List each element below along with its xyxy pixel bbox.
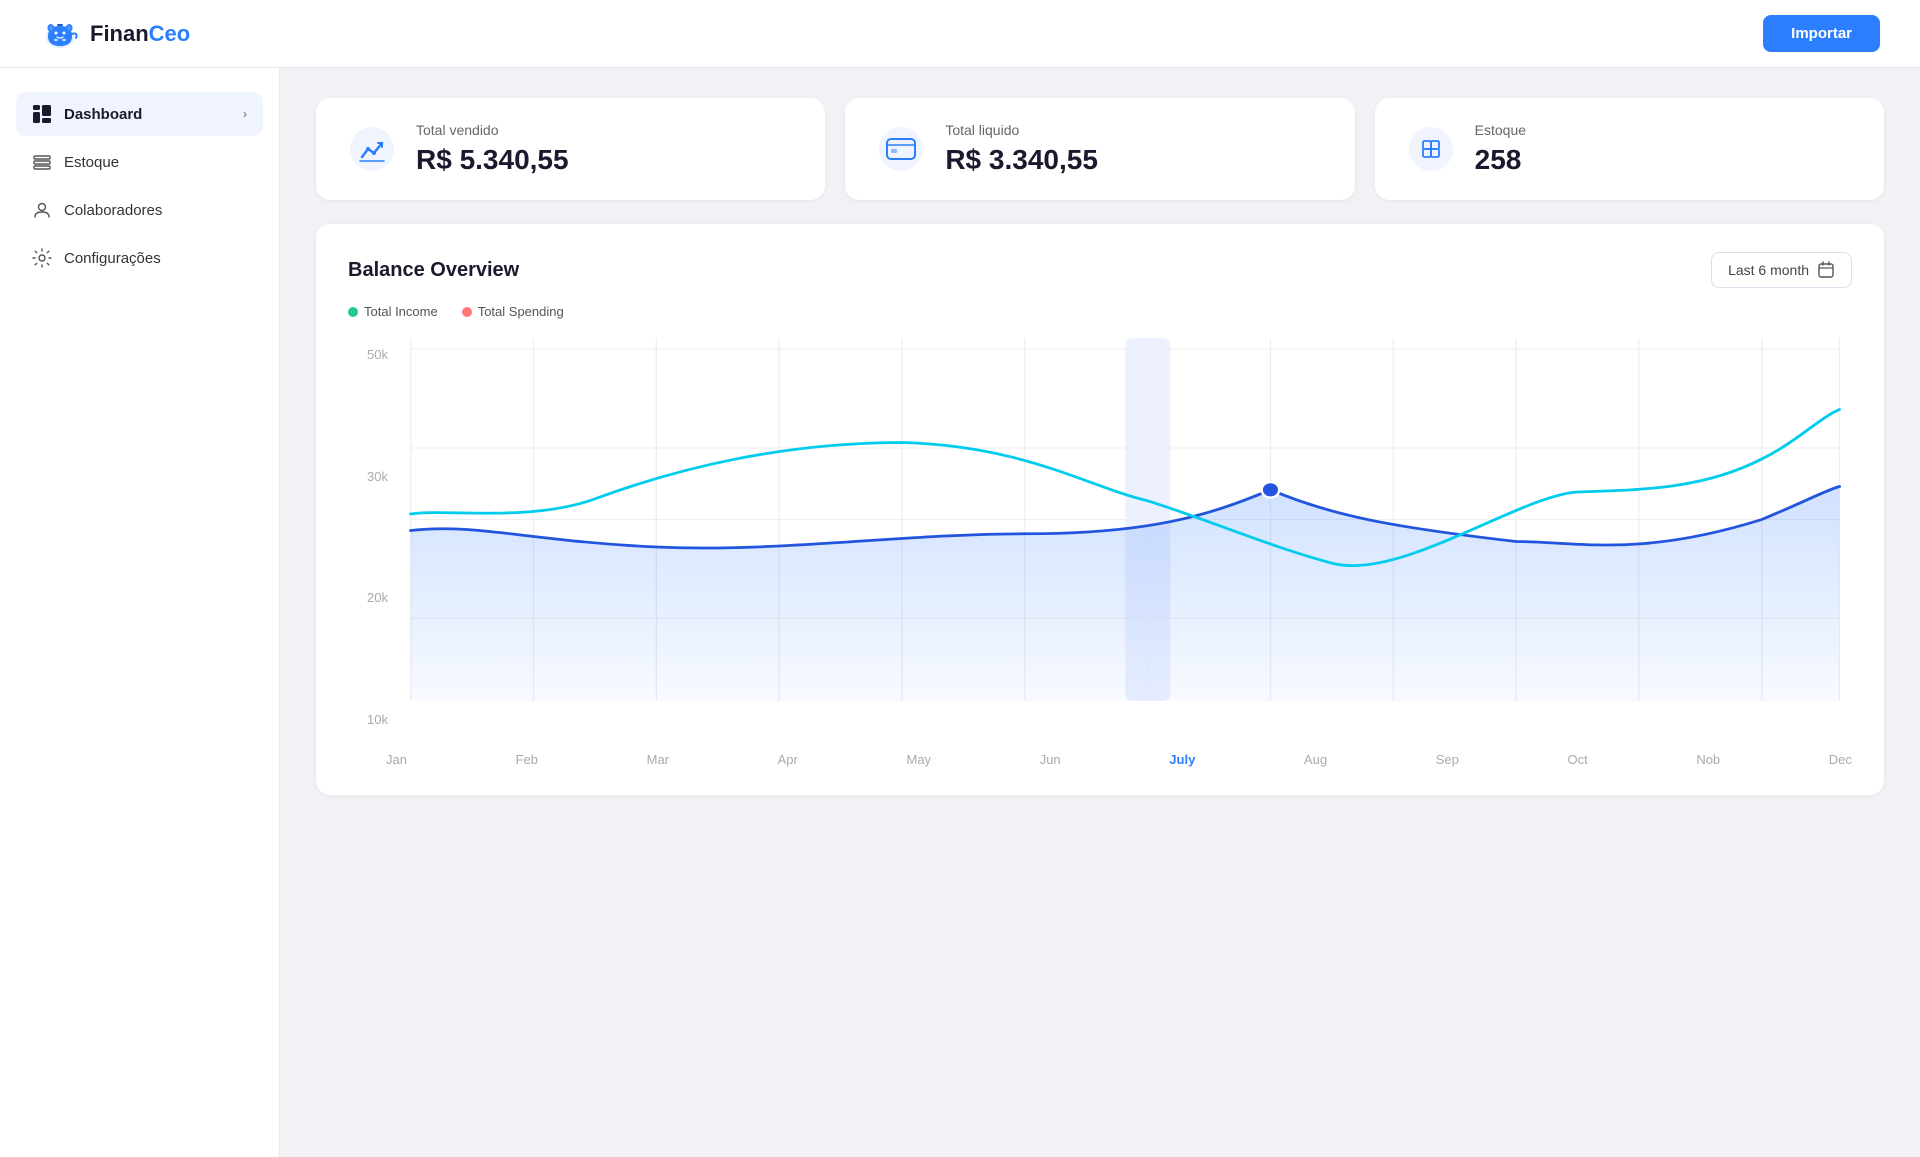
balance-header: Balance Overview Last 6 month [348,252,1852,288]
sidebar: Dashboard › Estoque Colaboradores [0,68,280,1157]
balance-card: Balance Overview Last 6 month Total Inco… [316,224,1884,795]
logo: FinanCeo [40,14,190,54]
liquido-icon [877,125,925,173]
calendar-icon [1817,261,1835,279]
sidebar-item-label: Colaboradores [64,202,162,219]
stats-row: Total vendido R$ 5.340,55 Total liquido … [316,98,1884,200]
stat-value: 258 [1475,144,1526,176]
chart-area: 50k 30k 20k 10k [348,327,1852,767]
period-label: Last 6 month [1728,262,1809,278]
stat-info: Total vendido R$ 5.340,55 [416,122,569,176]
balance-title: Balance Overview [348,259,519,282]
x-label-nob: Nob [1696,752,1720,767]
legend-spending: Total Spending [462,304,564,319]
stat-value: R$ 3.340,55 [945,144,1098,176]
x-label-mar: Mar [647,752,669,767]
chart-legend: Total Income Total Spending [348,304,1852,319]
stat-card-vendido: Total vendido R$ 5.340,55 [316,98,825,200]
content: Total vendido R$ 5.340,55 Total liquido … [280,68,1920,1157]
x-axis-labels: Jan Feb Mar Apr May Jun July Aug Sep Oct… [386,752,1852,767]
stat-card-liquido: Total liquido R$ 3.340,55 [845,98,1354,200]
sidebar-item-label: Dashboard [64,106,142,123]
stat-label: Total liquido [945,122,1098,138]
x-label-sep: Sep [1436,752,1459,767]
y-label-50k: 50k [348,347,388,362]
configuracoes-icon [32,248,52,268]
stat-card-estoque: Estoque 258 [1375,98,1884,200]
y-label-10k: 10k [348,712,388,727]
sidebar-item-configuracoes[interactable]: Configurações [16,236,263,280]
estoque-icon [32,152,52,172]
y-label-30k: 30k [348,469,388,484]
import-button[interactable]: Importar [1763,15,1880,52]
sidebar-item-dashboard[interactable]: Dashboard › [16,92,263,136]
x-label-dec: Dec [1829,752,1852,767]
x-label-oct: Oct [1567,752,1587,767]
dashboard-icon [32,104,52,124]
y-axis-labels: 50k 30k 20k 10k [348,327,388,767]
logo-text: FinanCeo [90,21,190,47]
chevron-right-icon: › [243,107,247,121]
vendido-icon [348,125,396,173]
estoque-stat-icon [1407,125,1455,173]
sidebar-item-label: Estoque [64,154,119,171]
x-label-aug: Aug [1304,752,1327,767]
legend-income: Total Income [348,304,438,319]
stat-value: R$ 5.340,55 [416,144,569,176]
stat-info: Total liquido R$ 3.340,55 [945,122,1098,176]
period-button[interactable]: Last 6 month [1711,252,1852,288]
x-label-may: May [907,752,932,767]
x-label-july: July [1169,752,1195,767]
spending-dot [462,307,472,317]
stat-info: Estoque 258 [1475,122,1526,176]
sidebar-item-label: Configurações [64,250,161,267]
legend-income-label: Total Income [364,304,438,319]
logo-icon [40,14,80,54]
x-label-feb: Feb [516,752,538,767]
sidebar-item-colaboradores[interactable]: Colaboradores [16,188,263,232]
legend-spending-label: Total Spending [478,304,564,319]
stat-label: Estoque [1475,122,1526,138]
chart-svg [348,327,1852,767]
colaboradores-icon [32,200,52,220]
x-label-jun: Jun [1040,752,1061,767]
income-dot [348,307,358,317]
x-label-apr: Apr [778,752,798,767]
main-layout: Dashboard › Estoque Colaboradores [0,68,1920,1157]
header: FinanCeo Importar [0,0,1920,68]
y-label-20k: 20k [348,590,388,605]
sidebar-item-estoque[interactable]: Estoque [16,140,263,184]
x-label-jan: Jan [386,752,407,767]
stat-label: Total vendido [416,122,569,138]
